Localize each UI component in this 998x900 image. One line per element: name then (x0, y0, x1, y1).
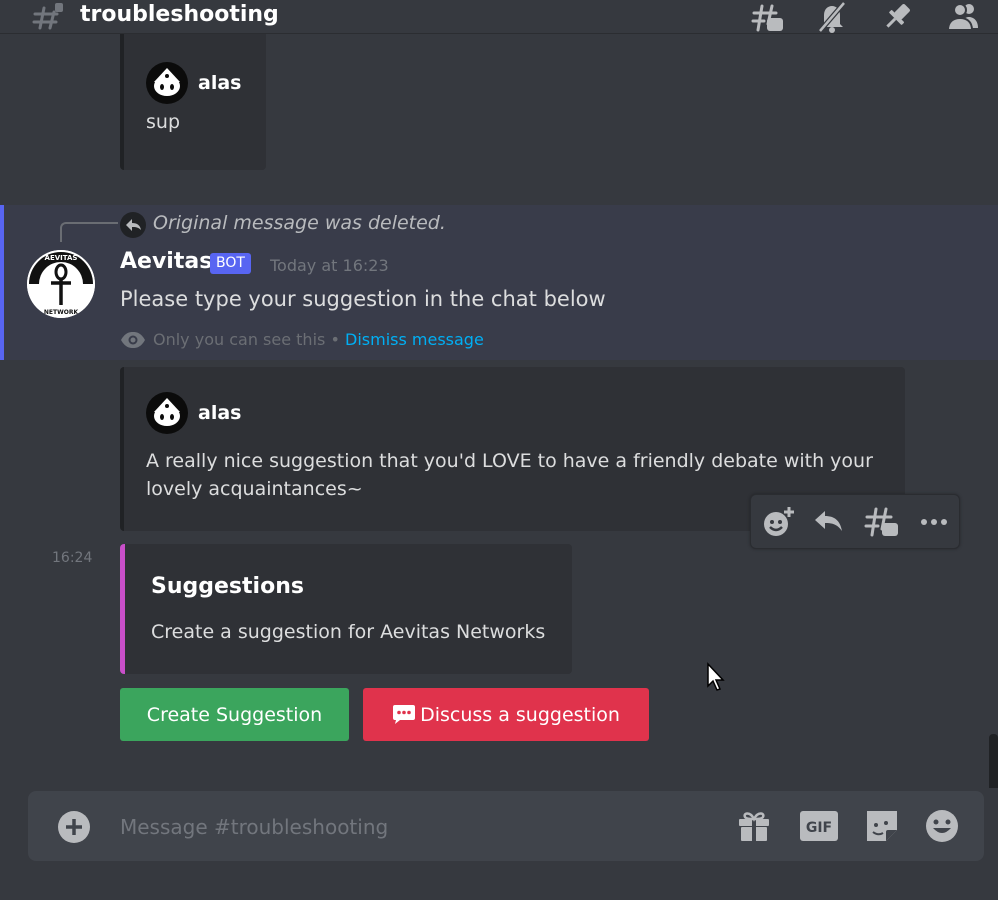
message-timestamp: 16:24 (52, 550, 93, 566)
mouse-cursor-icon (707, 662, 725, 691)
ephemeral-note: Only you can see this • (153, 330, 340, 349)
avatar (146, 392, 188, 434)
svg-text:GIF: GIF (806, 820, 832, 836)
channel-title: troubleshooting (80, 2, 279, 27)
gift-icon[interactable] (736, 808, 772, 844)
svg-text:NETWORK: NETWORK (44, 309, 79, 316)
bot-author-name[interactable]: Aevitas (120, 249, 212, 274)
bot-avatar[interactable]: AEVITAS NETWORK (27, 250, 95, 318)
avatar (146, 62, 188, 104)
reply-spine (60, 222, 118, 242)
members-icon[interactable] (945, 0, 981, 34)
add-attachment-icon[interactable] (58, 811, 90, 843)
channel-hash-icon (32, 3, 63, 30)
message-list[interactable]: alas sup Original message was deleted. A… (0, 34, 998, 788)
bot-message (0, 205, 998, 360)
add-reaction-icon[interactable] (759, 503, 797, 541)
reply-arrow-icon (120, 212, 146, 238)
eye-icon (121, 332, 145, 348)
quoted-text: sup (146, 111, 181, 133)
svg-text:AEVITAS: AEVITAS (45, 254, 78, 262)
dismiss-message-link[interactable]: Dismiss message (345, 330, 484, 349)
message-input[interactable] (120, 813, 680, 841)
create-suggestion-button[interactable]: Create Suggestion (120, 688, 349, 741)
embed-title: Suggestions (151, 574, 304, 599)
aevitas-logo-icon: AEVITAS NETWORK (27, 250, 95, 318)
emoji-icon[interactable] (924, 808, 960, 844)
suggestions-embed: Suggestions Create a suggestion for Aevi… (120, 544, 572, 674)
scrollbar[interactable] (989, 734, 998, 788)
bot-badge: BOT (210, 253, 251, 274)
mute-bell-icon[interactable] (814, 0, 850, 34)
button-label: Discuss a suggestion (420, 703, 620, 726)
button-label: Create Suggestion (146, 703, 323, 726)
bot-message-text: Please type your suggestion in the chat … (120, 287, 606, 311)
user-avatar-icon (154, 68, 180, 96)
reply-context: Original message was deleted. (153, 212, 446, 234)
sticker-icon[interactable] (864, 808, 900, 844)
quoted-author[interactable]: alas (198, 72, 241, 94)
message-composer: GIF (28, 791, 984, 861)
more-icon[interactable] (915, 503, 953, 541)
speech-bubble-icon (393, 704, 416, 724)
reply-icon[interactable] (809, 503, 847, 541)
gif-icon[interactable]: GIF (799, 808, 839, 844)
create-thread-icon[interactable] (863, 503, 901, 541)
discuss-suggestion-button[interactable]: Discuss a suggestion (363, 688, 649, 741)
user-avatar-icon (154, 398, 180, 426)
message-actions-toolbar (750, 494, 960, 549)
message-timestamp: Today at 16:23 (270, 256, 389, 275)
threads-icon[interactable] (750, 0, 786, 34)
quoted-author[interactable]: alas (198, 402, 241, 424)
pin-icon[interactable] (880, 0, 916, 34)
quoted-message: alas sup (120, 34, 266, 170)
channel-header: troubleshooting (0, 0, 998, 34)
embed-description: Create a suggestion for Aevitas Networks (151, 621, 546, 643)
